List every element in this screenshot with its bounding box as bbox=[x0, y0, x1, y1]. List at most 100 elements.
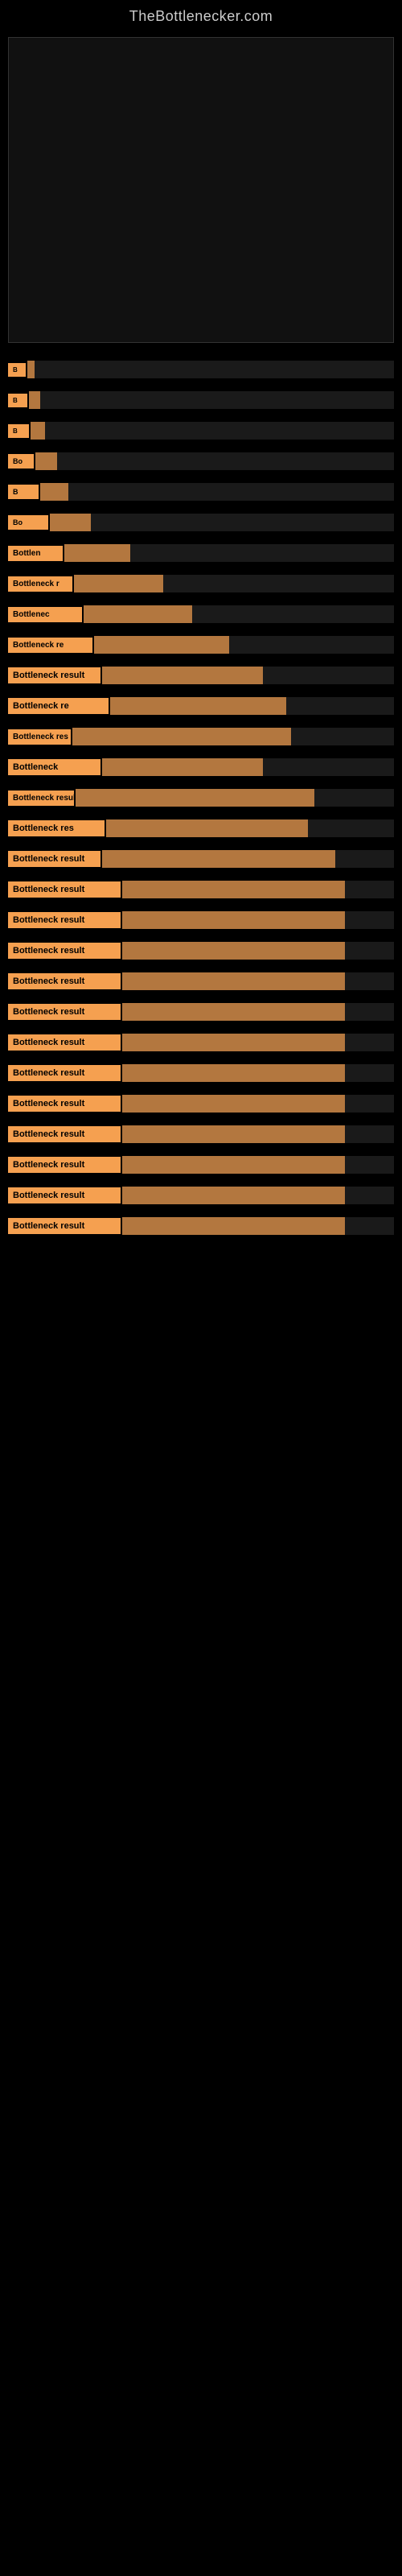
result-label: Bottlen bbox=[8, 546, 63, 561]
result-item: Bottleneck result bbox=[8, 1153, 394, 1177]
result-label: Bottleneck result bbox=[8, 1004, 121, 1020]
result-bar bbox=[122, 1187, 345, 1204]
result-bar-container bbox=[29, 391, 394, 409]
result-bar-container bbox=[27, 361, 394, 378]
result-bar bbox=[102, 850, 335, 868]
result-bar-container bbox=[122, 1156, 394, 1174]
result-bar bbox=[76, 789, 314, 807]
result-item: Bottleneck re bbox=[8, 694, 394, 718]
result-label: Bottleneck result bbox=[8, 791, 74, 806]
result-label: Bottleneck result bbox=[8, 851, 100, 867]
result-bar bbox=[50, 514, 91, 531]
result-bar bbox=[122, 1095, 345, 1113]
result-bar-container bbox=[122, 1217, 394, 1235]
result-label: B bbox=[8, 485, 39, 499]
result-item: Bottleneck res bbox=[8, 816, 394, 840]
result-bar bbox=[122, 881, 345, 898]
result-item: Bottleneck result bbox=[8, 969, 394, 993]
result-label: Bottleneck result bbox=[8, 1218, 121, 1234]
result-item: Bo bbox=[8, 449, 394, 473]
result-label: Bottleneck result bbox=[8, 973, 121, 989]
result-bar bbox=[35, 452, 57, 470]
result-bar-container bbox=[94, 636, 394, 654]
result-item: Bo bbox=[8, 510, 394, 535]
result-label: Bottleneck result bbox=[8, 1187, 121, 1203]
result-item: Bottleneck result bbox=[8, 1092, 394, 1116]
result-bar-container bbox=[122, 942, 394, 960]
result-bar bbox=[122, 1217, 345, 1235]
result-bar-container bbox=[122, 972, 394, 990]
result-item: B bbox=[8, 357, 394, 382]
result-item: Bottleneck result bbox=[8, 908, 394, 932]
result-bar bbox=[27, 361, 35, 378]
result-bar bbox=[40, 483, 68, 501]
result-item: Bottleneck re bbox=[8, 633, 394, 657]
chart-area bbox=[8, 37, 394, 343]
result-label: Bottleneck r bbox=[8, 576, 72, 592]
result-item: Bottlenec bbox=[8, 602, 394, 626]
result-bar bbox=[122, 972, 345, 990]
result-item: Bottleneck result bbox=[8, 786, 394, 810]
result-label: Bottleneck re bbox=[8, 638, 92, 653]
result-label: B bbox=[8, 424, 29, 438]
result-bar bbox=[94, 636, 229, 654]
result-item: Bottleneck result bbox=[8, 1030, 394, 1055]
result-item: Bottleneck result bbox=[8, 1183, 394, 1208]
result-label: Bo bbox=[8, 515, 48, 530]
result-label: Bottleneck result bbox=[8, 1065, 121, 1081]
site-title: TheBottlenecker.com bbox=[0, 0, 402, 29]
result-label: B bbox=[8, 394, 27, 407]
result-item: B bbox=[8, 388, 394, 412]
result-bar-container bbox=[76, 789, 394, 807]
result-bar bbox=[102, 758, 263, 776]
result-bar-container bbox=[122, 1095, 394, 1113]
result-bar bbox=[72, 728, 291, 745]
result-label: Bottleneck result bbox=[8, 667, 100, 683]
result-bar-container bbox=[72, 728, 394, 745]
result-bar-container bbox=[64, 544, 394, 562]
result-bar-container bbox=[122, 1125, 394, 1143]
result-bar-container bbox=[122, 1064, 394, 1082]
result-bar bbox=[122, 1034, 345, 1051]
result-label: Bottleneck result bbox=[8, 1034, 121, 1051]
result-item: Bottleneck result bbox=[8, 877, 394, 902]
result-item: Bottleneck result bbox=[8, 939, 394, 963]
result-bar-container bbox=[35, 452, 394, 470]
result-label: Bottlenec bbox=[8, 607, 82, 622]
result-label: Bottleneck re bbox=[8, 698, 109, 714]
result-bar-container bbox=[122, 1034, 394, 1051]
result-bar-container bbox=[31, 422, 394, 440]
result-item: Bottleneck r bbox=[8, 572, 394, 596]
result-bar bbox=[122, 911, 345, 929]
result-bar-container bbox=[74, 575, 394, 592]
result-bar-container bbox=[110, 697, 394, 715]
result-item: Bottleneck result bbox=[8, 1000, 394, 1024]
result-item: Bottleneck result bbox=[8, 847, 394, 871]
result-bar bbox=[74, 575, 163, 592]
result-label: Bottleneck result bbox=[8, 1126, 121, 1142]
result-bar-container bbox=[40, 483, 394, 501]
result-label: Bottleneck result bbox=[8, 943, 121, 959]
result-label: Bottleneck result bbox=[8, 1096, 121, 1112]
result-bar-container bbox=[102, 667, 394, 684]
result-label: Bottleneck result bbox=[8, 1157, 121, 1173]
result-item: Bottleneck result bbox=[8, 1214, 394, 1238]
result-bar-container bbox=[102, 758, 394, 776]
result-section: B B B Bo B Bo bbox=[8, 357, 394, 1238]
result-label: Bottleneck res bbox=[8, 820, 105, 836]
result-bar-container bbox=[84, 605, 394, 623]
result-item: Bottleneck res bbox=[8, 724, 394, 749]
result-item: Bottleneck result bbox=[8, 1122, 394, 1146]
result-bar-container bbox=[50, 514, 394, 531]
result-bar-container bbox=[122, 881, 394, 898]
result-bar bbox=[106, 819, 308, 837]
result-bar bbox=[29, 391, 40, 409]
result-bar bbox=[31, 422, 45, 440]
result-bar bbox=[122, 942, 345, 960]
result-label: Bottleneck result bbox=[8, 881, 121, 898]
result-label: Bo bbox=[8, 454, 34, 469]
result-item: Bottleneck result bbox=[8, 663, 394, 687]
result-bar bbox=[84, 605, 192, 623]
result-bar-container bbox=[122, 911, 394, 929]
result-bar bbox=[122, 1064, 345, 1082]
